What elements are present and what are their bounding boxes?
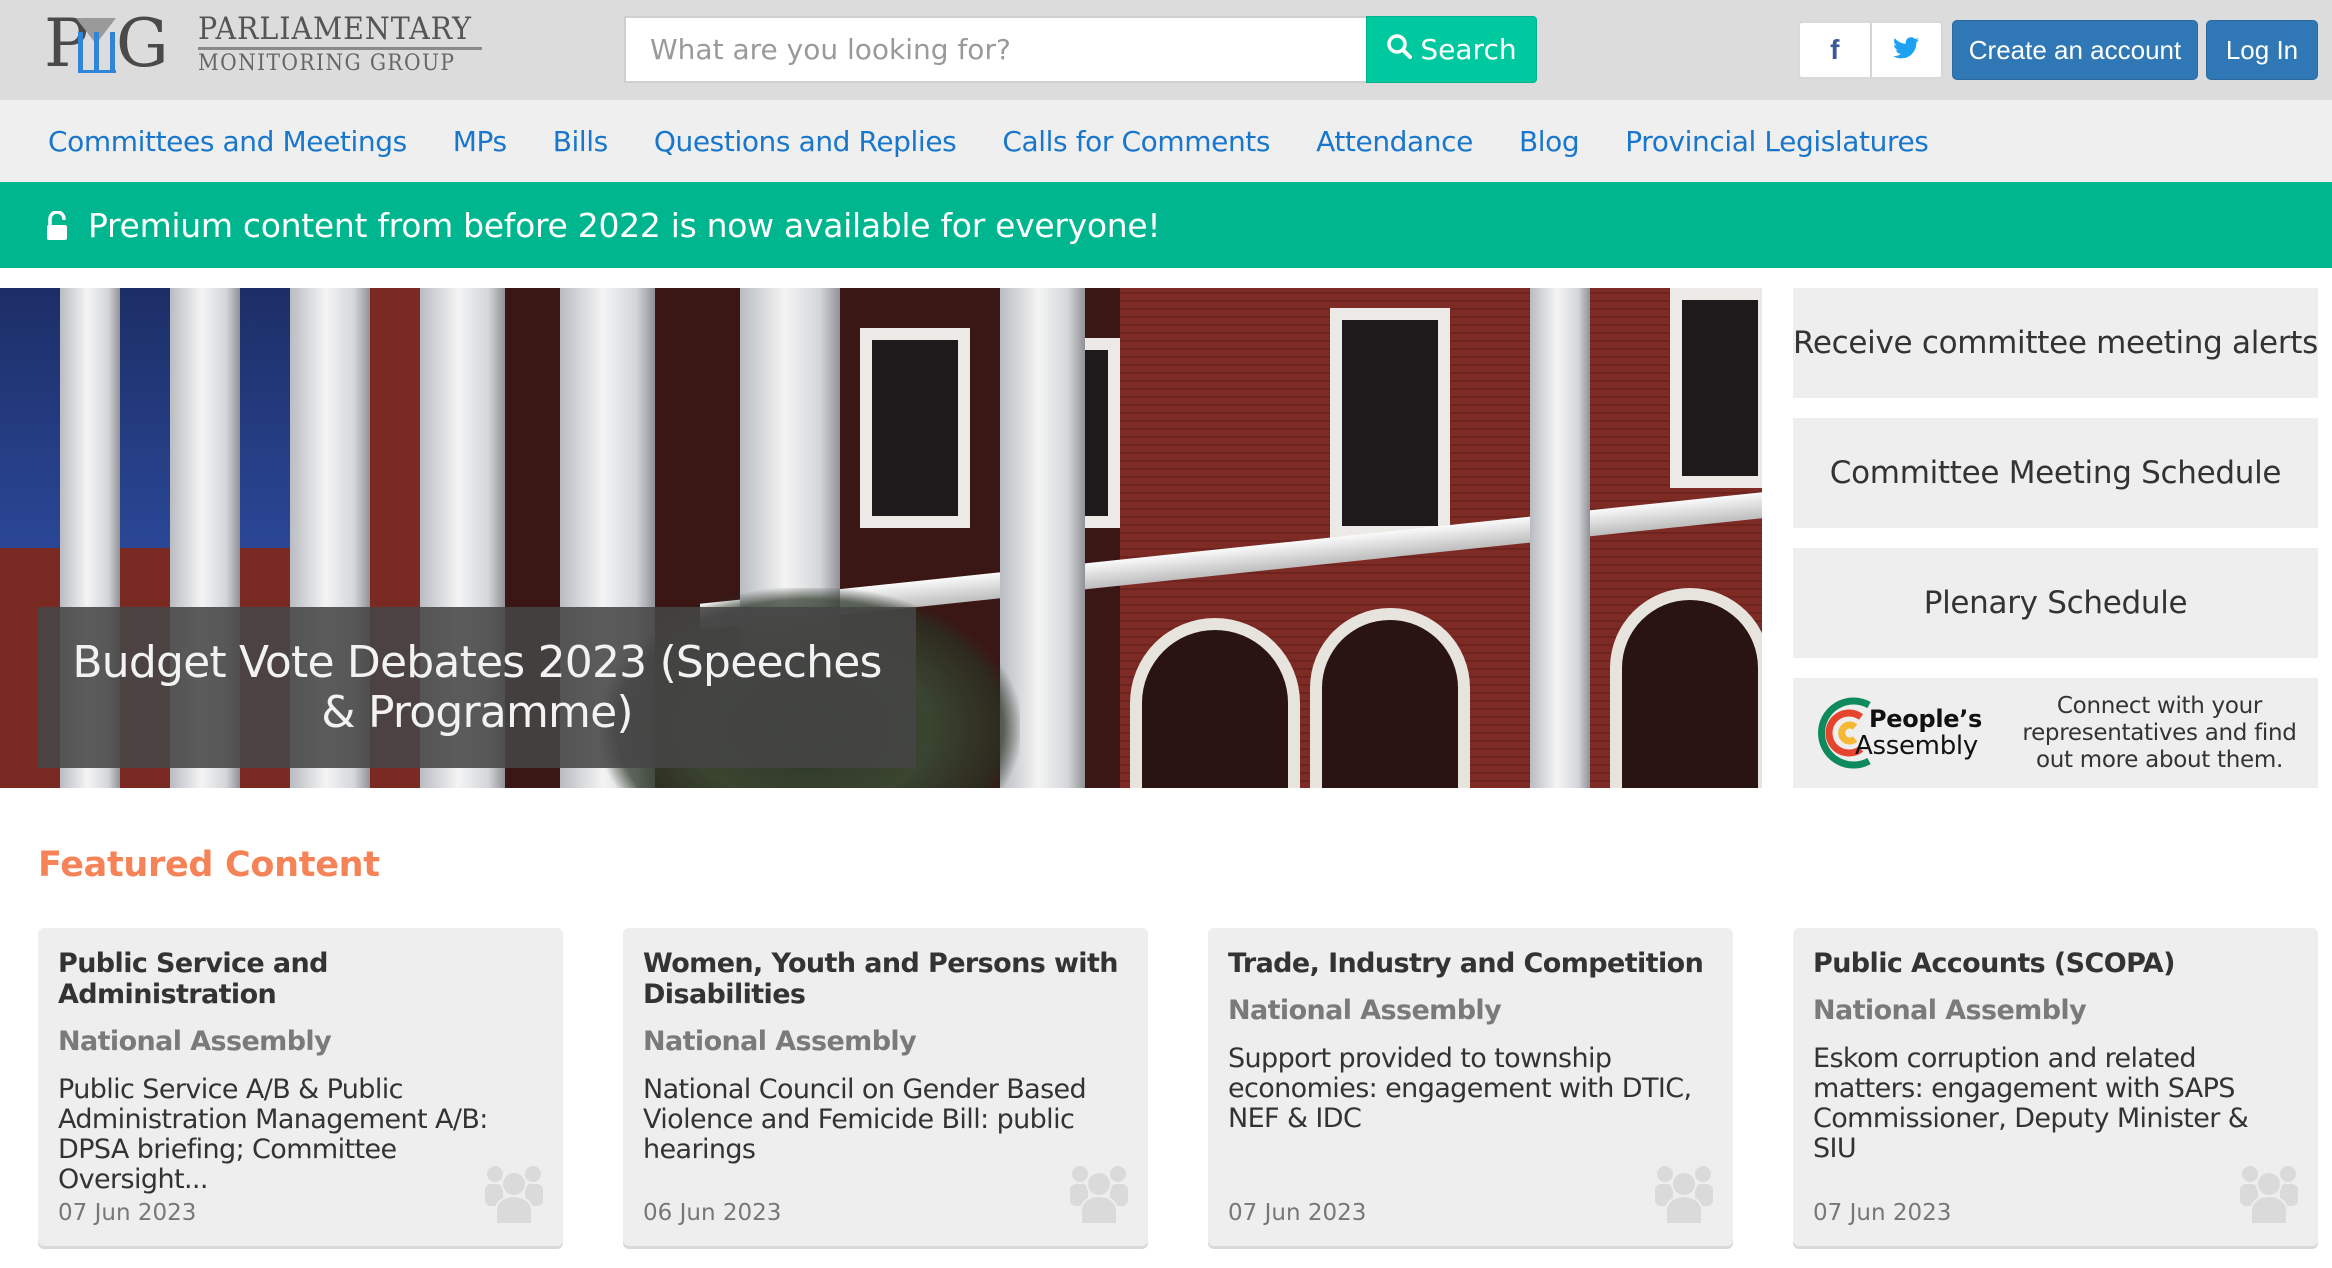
people-icon [1070, 1166, 1128, 1224]
nav-blog[interactable]: Blog [1519, 125, 1580, 158]
site-header: P G PARLIAMENTARY MONITORING GROUP Searc… [0, 0, 2332, 100]
committee-schedule-link[interactable]: Committee Meeting Schedule [1793, 418, 2318, 528]
featured-card-house: National Assembly [1228, 995, 1502, 1026]
people-icon [485, 1166, 543, 1224]
featured-card-date: 07 Jun 2023 [1813, 1200, 1952, 1226]
featured-card-description: National Council on Gender Based Violenc… [643, 1074, 1087, 1165]
featured-card-committee: Trade, Industry and Competition [1228, 948, 1704, 979]
search-icon [1386, 33, 1413, 66]
login-button[interactable]: Log In [2206, 20, 2318, 80]
nav-bills[interactable]: Bills [553, 125, 609, 158]
featured-card[interactable]: Women, Youth and Persons with Disabiliti… [623, 928, 1148, 1246]
hero-banner[interactable]: Budget Vote Debates 2023 (Speeches & Pro… [0, 288, 1762, 788]
people-icon [1655, 1166, 1713, 1224]
logo-mark: P G [44, 5, 169, 82]
peoples-assembly-text: Connect with your representatives and fi… [2022, 692, 2297, 773]
nav-mps[interactable]: MPs [453, 125, 507, 158]
peoples-assembly-logo: People’s Assembly [1811, 693, 2011, 773]
featured-card[interactable]: Trade, Industry and Competition National… [1208, 928, 1733, 1246]
committee-alerts-link[interactable]: Receive committee meeting alerts [1793, 288, 2318, 398]
facebook-icon: f [1830, 34, 1840, 65]
featured-card-committee: Public Accounts (SCOPA) [1813, 948, 2175, 979]
featured-content-heading: Featured Content [38, 845, 380, 885]
featured-card-description: Public Service A/B & Public Administrati… [58, 1074, 488, 1195]
peoples-assembly-name-bold: People’s [1869, 705, 1983, 733]
plenary-schedule-link[interactable]: Plenary Schedule [1793, 548, 2318, 658]
premium-content-banner[interactable]: Premium content from before 2022 is now … [0, 182, 2332, 268]
featured-card-house: National Assembly [58, 1026, 332, 1057]
logo-text: PARLIAMENTARY MONITORING GROUP [198, 13, 496, 75]
logo-line-1: PARLIAMENTARY [198, 11, 472, 47]
featured-card-date: 06 Jun 2023 [643, 1200, 782, 1226]
search-input[interactable] [624, 16, 1366, 83]
search-button-label: Search [1420, 33, 1517, 66]
logo-line-2: MONITORING GROUP [198, 51, 456, 76]
search-button[interactable]: Search [1366, 16, 1537, 83]
featured-card[interactable]: Public Service and Administration Nation… [38, 928, 563, 1246]
facebook-link[interactable]: f [1800, 23, 1870, 77]
featured-card-date: 07 Jun 2023 [58, 1200, 197, 1226]
pmg-logo[interactable]: P G PARLIAMENTARY MONITORING GROUP [44, 5, 496, 82]
hero-caption[interactable]: Budget Vote Debates 2023 (Speeches & Pro… [38, 607, 916, 768]
nav-committees-and-meetings[interactable]: Committees and Meetings [48, 125, 407, 158]
peoples-assembly-link[interactable]: People’s Assembly Connect with your repr… [1793, 678, 2318, 788]
nav-attendance[interactable]: Attendance [1316, 125, 1473, 158]
nav-calls-for-comments[interactable]: Calls for Comments [1002, 125, 1270, 158]
featured-card-description: Support provided to township economies: … [1228, 1043, 1692, 1134]
featured-card-date: 07 Jun 2023 [1228, 1200, 1367, 1226]
nav-provincial-legislatures[interactable]: Provincial Legislatures [1625, 125, 1929, 158]
twitter-link[interactable] [1869, 23, 1942, 77]
featured-card-description: Eskom corruption and related matters: en… [1813, 1043, 2249, 1164]
twitter-icon [1893, 37, 1920, 63]
promo-text: Premium content from before 2022 is now … [88, 205, 1161, 245]
featured-card-committee: Public Service and Administration [58, 948, 328, 1010]
peoples-assembly-name: Assembly [1855, 731, 1978, 761]
featured-card-committee: Women, Youth and Persons with Disabiliti… [643, 948, 1118, 1010]
unlock-icon [46, 210, 68, 240]
people-icon [2240, 1166, 2298, 1224]
create-account-button[interactable]: Create an account [1952, 20, 2198, 80]
featured-card-house: National Assembly [643, 1026, 917, 1057]
featured-card[interactable]: Public Accounts (SCOPA) National Assembl… [1793, 928, 2318, 1246]
nav-questions-and-replies[interactable]: Questions and Replies [654, 125, 957, 158]
social-links: f [1798, 21, 1943, 79]
main-nav: Committees and Meetings MPs Bills Questi… [0, 100, 2332, 182]
featured-card-house: National Assembly [1813, 995, 2087, 1026]
